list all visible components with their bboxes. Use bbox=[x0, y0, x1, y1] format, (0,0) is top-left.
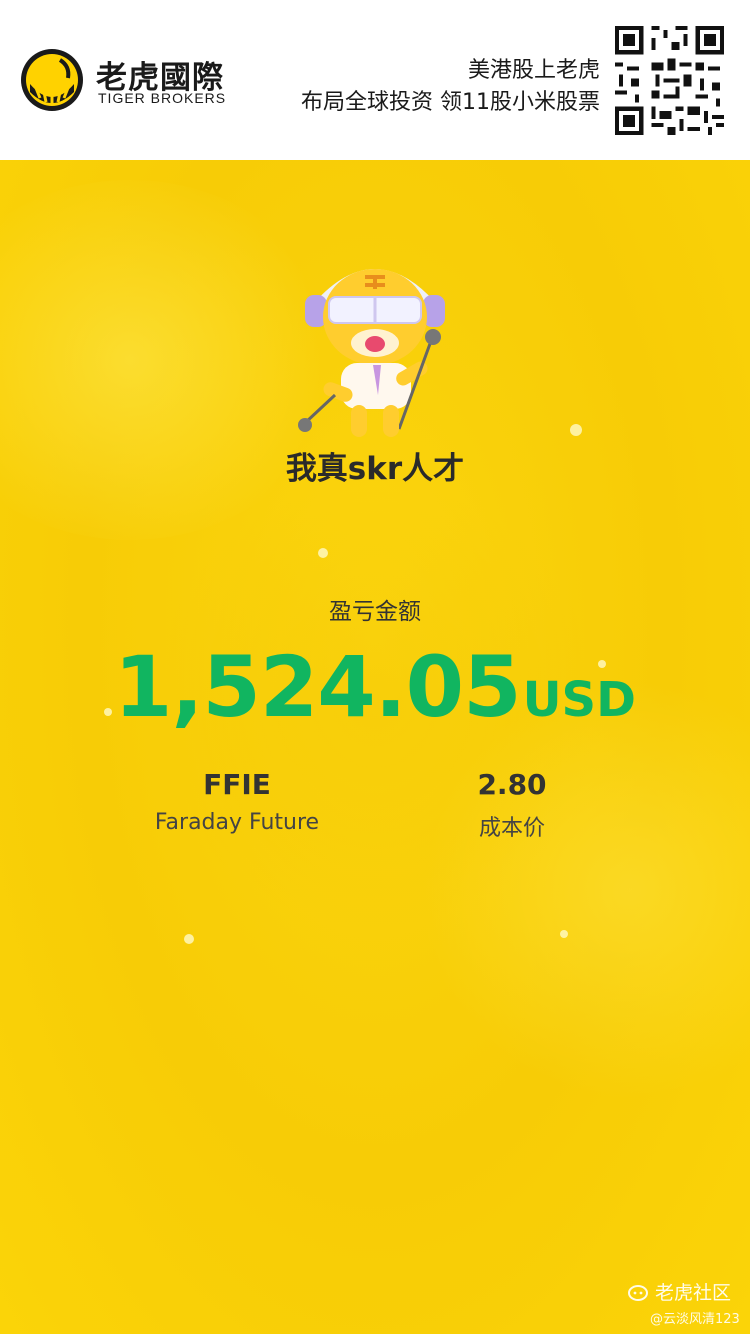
header-banner: 老虎國際 TIGER BROKERS 美港股上老虎 布局全球投资 领11股小米股… bbox=[0, 0, 750, 160]
profit-loss-label: 盈亏金额 bbox=[329, 599, 421, 625]
tiger-logo-icon bbox=[21, 49, 83, 111]
currency-code: USD bbox=[522, 672, 636, 728]
cost-price-value: 2.80 bbox=[477, 768, 547, 801]
sparkle-dot bbox=[570, 424, 582, 436]
community-watermark-text: 老虎社区 bbox=[655, 1282, 732, 1304]
company-name: Faraday Future bbox=[154, 810, 320, 835]
logo-english-name: TIGER BROKERS bbox=[98, 90, 227, 106]
promo-line-1: 美港股上老虎 bbox=[467, 58, 600, 83]
tiger-mascot-icon bbox=[298, 269, 445, 437]
qr-code-icon[interactable] bbox=[611, 22, 728, 139]
cost-price-label: 成本价 bbox=[478, 816, 545, 841]
achievement-slogan: 我真skr人才 bbox=[285, 451, 465, 487]
community-watermark: 老虎社区 bbox=[627, 1278, 731, 1305]
share-poster: 我真skr人才 盈亏金额 1,524.05USD FFIE Faraday Fu… bbox=[0, 160, 750, 1334]
sparkle-dot bbox=[184, 934, 194, 944]
sparkle-dot bbox=[318, 548, 328, 558]
promo-line-2: 布局全球投资 领11股小米股票 bbox=[301, 90, 600, 115]
community-logo-icon bbox=[628, 1285, 648, 1301]
user-watermark: @云淡风清123 bbox=[650, 1312, 740, 1327]
stock-ticker: FFIE bbox=[203, 768, 271, 801]
profit-loss-amount: 1,524.05USD bbox=[0, 638, 750, 736]
sparkle-dot bbox=[560, 930, 568, 938]
profit-loss-value: 1,524.05 bbox=[114, 638, 522, 736]
